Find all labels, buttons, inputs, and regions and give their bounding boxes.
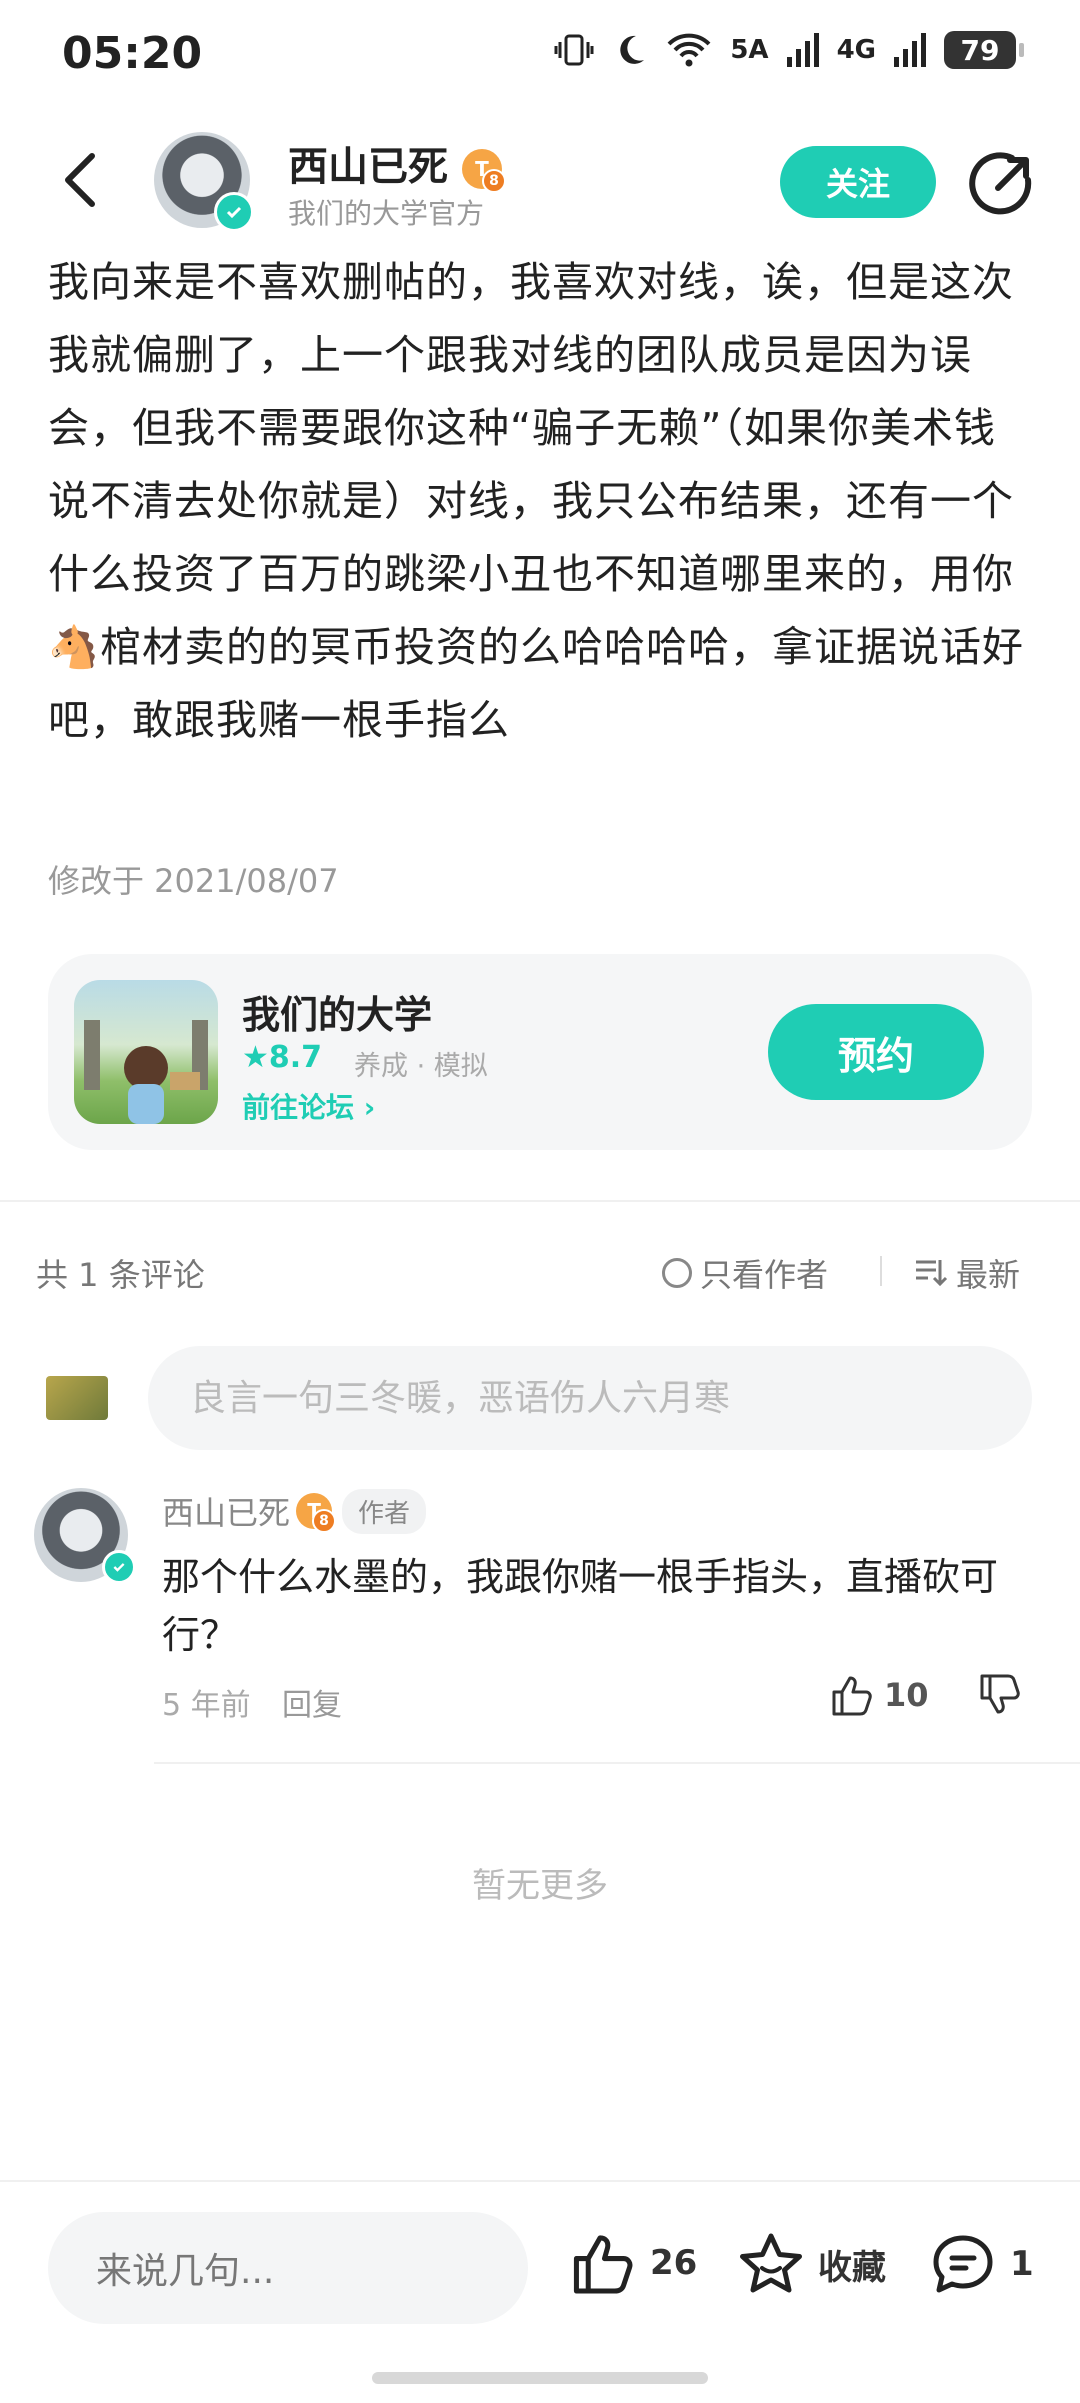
comments-count: 共 1 条评论 — [36, 1256, 205, 1294]
no-more-text: 暂无更多 — [472, 1866, 608, 1906]
post-like-count: 26 — [650, 2243, 698, 2283]
author-tag: 作者 — [342, 1488, 427, 1534]
thumbs-down-icon — [980, 1674, 1020, 1714]
signal-icon-2 — [894, 33, 926, 67]
my-avatar — [46, 1376, 108, 1420]
comment-bubble-icon — [933, 2235, 993, 2293]
star-outline-icon — [740, 2233, 802, 2293]
author-subtitle: 我们的大学官方 — [288, 197, 485, 230]
post-like-button[interactable]: 26 — [570, 2232, 697, 2294]
forum-link[interactable]: 前往论坛 › — [242, 1086, 375, 1126]
edit-time: 修改于 2021/08/07 — [48, 862, 339, 900]
author-avatar[interactable] — [154, 132, 254, 232]
comments-count-label: 1 — [1010, 2244, 1034, 2284]
post-body-text-2: 棺材卖的的冥币投资的么哈哈哈哈，拿证据说话好吧，敢跟我赌一根手指么 — [48, 623, 1025, 744]
status-icons: 5A 4G 79 — [554, 30, 1024, 70]
thumbs-up-icon — [832, 1676, 872, 1716]
comment-like-button[interactable]: 10 — [830, 1674, 929, 1716]
wifi-icon — [667, 33, 711, 67]
thumbs-up-icon — [573, 2235, 633, 2294]
comment-input[interactable] — [148, 1346, 1032, 1450]
author-name-row[interactable]: 西山已死 T8 — [288, 134, 506, 193]
radio-circle-icon[interactable] — [662, 1258, 692, 1288]
status-time: 05:20 — [62, 28, 203, 79]
game-name[interactable]: 我们的大学 — [242, 984, 432, 1039]
author-only-label[interactable]: 只看作者 — [700, 1250, 828, 1296]
sort-label[interactable]: 最新 — [956, 1250, 1020, 1296]
commenter-avatar[interactable] — [34, 1488, 136, 1584]
commenter-level: 8 — [312, 1509, 337, 1533]
network-5g-label: 5A — [730, 35, 769, 65]
author-only-toggle[interactable]: 只看作者 — [662, 1250, 828, 1296]
reply-button[interactable]: 回复 — [282, 1680, 342, 1724]
comments-button[interactable]: 1 — [930, 2232, 1034, 2296]
game-rating-value: 8.7 — [268, 1040, 323, 1075]
commenter-name[interactable]: 西山已死 — [162, 1488, 290, 1534]
forum-link-label[interactable]: 前往论坛 — [242, 1091, 354, 1124]
vibrate-icon — [554, 34, 594, 66]
moon-icon — [620, 35, 645, 64]
game-icon[interactable] — [74, 980, 218, 1124]
share-icon — [969, 152, 1032, 215]
horse-emoji: 🐴 — [48, 623, 101, 671]
network-4g-label: 4G — [836, 35, 876, 65]
battery-indicator: 79 — [944, 31, 1024, 69]
level-badge-icon: T8 — [296, 1493, 337, 1533]
vertical-separator — [880, 1256, 882, 1286]
sort-icon — [916, 1260, 948, 1287]
chevron-right-icon: › — [363, 1091, 376, 1124]
home-indicator[interactable] — [372, 2372, 708, 2384]
author-name[interactable]: 西山已死 — [288, 144, 448, 190]
back-button[interactable] — [56, 148, 104, 212]
bottom-comment-input[interactable]: 来说几句... — [48, 2212, 528, 2324]
verified-icon — [102, 1550, 136, 1584]
game-tags: 养成 · 模拟 — [354, 1051, 488, 1082]
sort-toggle[interactable]: 最新 — [914, 1250, 1020, 1296]
favorite-button[interactable]: 收藏 — [738, 2232, 886, 2296]
favorite-label: 收藏 — [818, 2247, 886, 2288]
comment-time: 5 年前 — [162, 1688, 251, 1723]
game-rating: ★8.7 — [242, 1040, 322, 1075]
post-body-text-1: 我向来是不喜欢删帖的，我喜欢对线，诶，但是这次我就偏删了，上一个跟我对线的团队成… — [48, 258, 1014, 598]
section-divider — [0, 1200, 1080, 1202]
post-body: 我向来是不喜欢删帖的，我喜欢对线，诶，但是这次我就偏删了，上一个跟我对线的团队成… — [48, 246, 1028, 757]
commenter-name-row[interactable]: 西山已死 T8 作者 — [162, 1488, 427, 1534]
star-icon: ★ — [242, 1040, 269, 1075]
signal-icon — [786, 33, 819, 67]
comment-text: 那个什么水墨的，我跟你赌一根手指头，直播砍可行？ — [162, 1555, 999, 1657]
verified-icon — [214, 192, 254, 232]
share-button[interactable] — [968, 150, 1036, 218]
follow-button[interactable]: 关注 — [780, 146, 936, 218]
comment-like-count: 10 — [884, 1676, 929, 1714]
back-arrow-icon — [65, 153, 95, 207]
level-badge-icon: T8 — [461, 149, 506, 193]
bottom-divider — [0, 2180, 1080, 2182]
level-number: 8 — [481, 169, 506, 193]
comment-dislike-button[interactable] — [978, 1674, 1022, 1720]
reserve-button[interactable]: 预约 — [768, 1004, 984, 1100]
comment-divider — [154, 1762, 1080, 1764]
